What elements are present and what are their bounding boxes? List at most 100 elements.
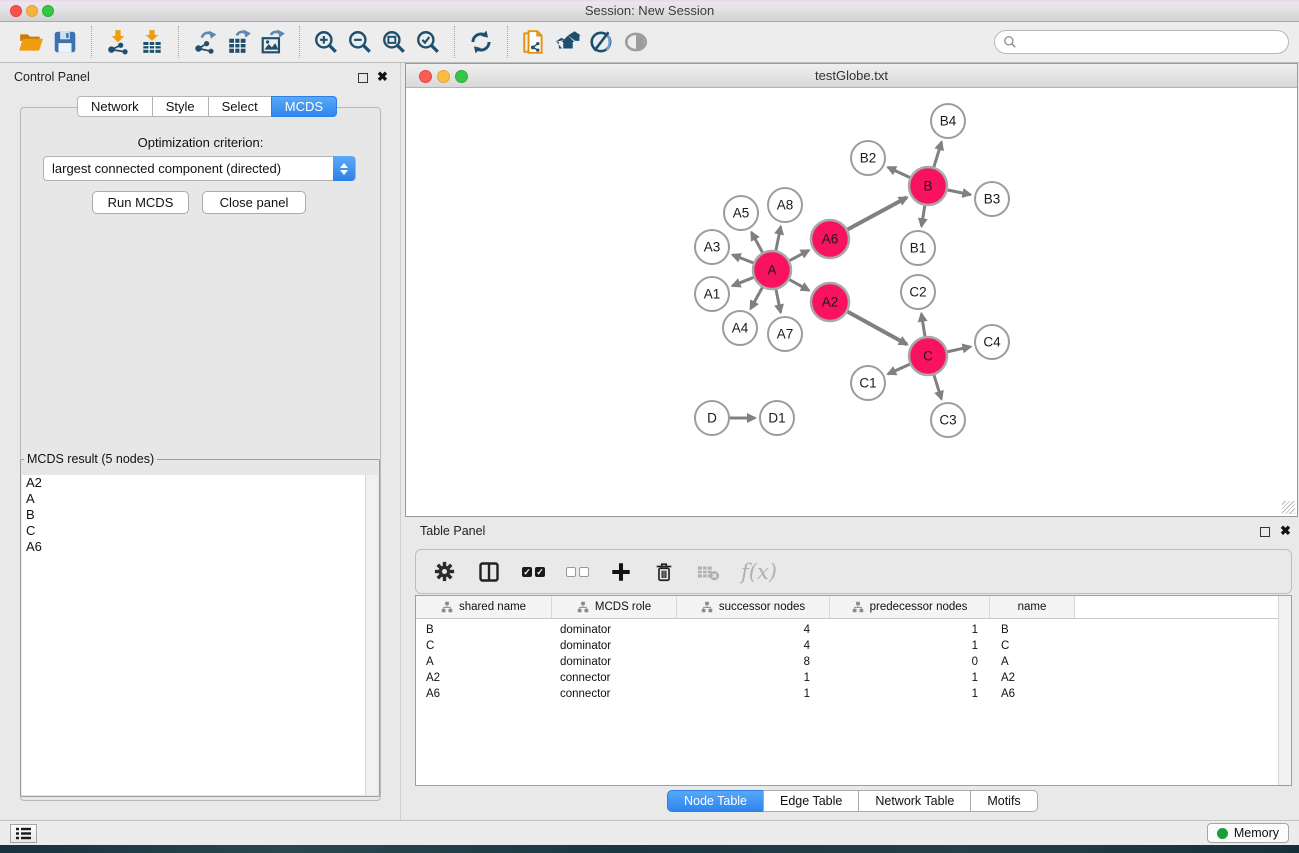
table-cell[interactable]: 1 (830, 670, 990, 686)
tab-network-table[interactable]: Network Table (858, 790, 971, 812)
show-hide-details-icon[interactable] (585, 26, 619, 58)
table-cell[interactable]: 1 (677, 686, 830, 702)
tab-style[interactable]: Style (152, 96, 209, 117)
tab-edge-table[interactable]: Edge Table (763, 790, 859, 812)
optimization-dropdown[interactable]: largest connected component (directed) (43, 156, 356, 181)
network-graph-canvas[interactable]: B4B2BB3A8A5A6A3B1AC2A1A2A4A7C4CC1DD1C3 (406, 88, 1297, 516)
result-item[interactable]: C (22, 523, 378, 539)
table-cell[interactable]: connector (552, 670, 677, 686)
table-row[interactable]: A6connector11A6 (416, 686, 1291, 702)
graph-edge-A-A4[interactable] (751, 288, 763, 309)
export-image-icon[interactable] (256, 26, 290, 58)
import-table-icon[interactable] (135, 26, 169, 58)
graph-node-A8[interactable]: A8 (768, 188, 802, 222)
memory-button[interactable]: Memory (1207, 823, 1289, 843)
table-cell[interactable]: 1 (830, 638, 990, 654)
close-table-panel-icon[interactable]: ✖ (1280, 523, 1291, 539)
graph-node-A[interactable]: A (753, 251, 791, 289)
table-cell[interactable]: A (990, 654, 1075, 670)
graph-node-C3[interactable]: C3 (931, 403, 965, 437)
tab-mcds[interactable]: MCDS (271, 96, 337, 117)
search-input[interactable] (1022, 34, 1280, 51)
column-header-name[interactable]: name (990, 596, 1075, 618)
table-cell[interactable]: A6 (990, 686, 1075, 702)
column-header-predecessor-nodes[interactable]: predecessor nodes (830, 596, 990, 618)
graph-node-B2[interactable]: B2 (851, 141, 885, 175)
graph-node-A6[interactable]: A6 (811, 220, 849, 258)
graph-edge-A-A1[interactable] (732, 277, 753, 285)
refresh-icon[interactable] (464, 26, 498, 58)
graph-node-D[interactable]: D (695, 401, 729, 435)
table-row[interactable]: A2connector11A2 (416, 670, 1291, 686)
column-header-mcds-role[interactable]: MCDS role (552, 596, 677, 618)
table-cell[interactable]: C (416, 638, 552, 654)
run-mcds-button[interactable]: Run MCDS (92, 191, 189, 214)
float-panel-icon[interactable] (358, 73, 368, 83)
zoom-out-icon[interactable] (343, 26, 377, 58)
table-scrollbar[interactable] (1278, 596, 1291, 785)
zoom-in-icon[interactable] (309, 26, 343, 58)
graph-edge-B-B3[interactable] (948, 190, 971, 195)
column-header-successor-nodes[interactable]: successor nodes (677, 596, 830, 618)
import-network-icon[interactable] (101, 26, 135, 58)
deselect-all-checkboxes-icon[interactable] (566, 558, 589, 586)
table-cell[interactable]: connector (552, 686, 677, 702)
graph-node-B4[interactable]: B4 (931, 104, 965, 138)
table-row[interactable]: Bdominator41B (416, 622, 1291, 638)
select-all-checkboxes-icon[interactable]: ✓✓ (522, 558, 545, 586)
copy-network-document-icon[interactable] (517, 26, 551, 58)
graph-edge-C-C1[interactable] (888, 364, 910, 374)
graph-node-C1[interactable]: C1 (851, 366, 885, 400)
graph-edge-C-C3[interactable] (934, 375, 941, 399)
table-cell[interactable]: A2 (416, 670, 552, 686)
graph-node-A5[interactable]: A5 (724, 196, 758, 230)
table-cell[interactable]: B (990, 622, 1075, 638)
result-item[interactable]: A (22, 491, 378, 507)
graph-edge-A-A6[interactable] (790, 250, 809, 260)
result-list-scrollbar[interactable] (365, 475, 378, 795)
graph-node-B3[interactable]: B3 (975, 182, 1009, 216)
float-table-panel-icon[interactable] (1260, 527, 1270, 537)
graph-edge-A-A7[interactable] (776, 290, 781, 313)
graph-node-B1[interactable]: B1 (901, 231, 935, 265)
result-item[interactable]: B (22, 507, 378, 523)
graph-edge-A-A2[interactable] (790, 280, 809, 291)
zoom-selected-icon[interactable] (411, 26, 445, 58)
graph-edge-A-A5[interactable] (752, 232, 763, 252)
graph-node-D1[interactable]: D1 (760, 401, 794, 435)
window-resize-grip[interactable] (1282, 501, 1295, 514)
delete-columns-icon[interactable] (653, 558, 675, 586)
table-cell[interactable]: dominator (552, 654, 677, 670)
graph-node-A3[interactable]: A3 (695, 230, 729, 264)
add-column-icon[interactable] (610, 558, 632, 586)
graph-edge-A-A8[interactable] (776, 227, 781, 251)
table-cell[interactable]: dominator (552, 638, 677, 654)
graph-edge-A-A3[interactable] (733, 255, 754, 263)
graph-node-C[interactable]: C (909, 337, 947, 375)
save-session-icon[interactable] (48, 26, 82, 58)
table-cell[interactable]: 4 (677, 622, 830, 638)
graph-edge-C-C2[interactable] (921, 314, 925, 337)
graph-node-B[interactable]: B (909, 167, 947, 205)
show-columns-icon[interactable] (477, 558, 501, 586)
table-cell[interactable]: A (416, 654, 552, 670)
export-table-icon[interactable] (222, 26, 256, 58)
column-header-shared-name[interactable]: shared name (416, 596, 552, 618)
tab-motifs[interactable]: Motifs (970, 790, 1037, 812)
table-cell[interactable]: A2 (990, 670, 1075, 686)
table-cell[interactable]: 0 (830, 654, 990, 670)
table-settings-gear-icon[interactable] (433, 558, 456, 586)
table-cell[interactable]: dominator (552, 622, 677, 638)
table-cell[interactable]: C (990, 638, 1075, 654)
tab-select[interactable]: Select (208, 96, 272, 117)
table-cell[interactable]: 4 (677, 638, 830, 654)
home-icon[interactable] (551, 26, 585, 58)
graph-node-A1[interactable]: A1 (695, 277, 729, 311)
table-cell[interactable]: 1 (677, 670, 830, 686)
graph-edge-B-B1[interactable] (922, 206, 925, 227)
result-item[interactable]: A2 (22, 475, 378, 491)
graph-node-C4[interactable]: C4 (975, 325, 1009, 359)
graph-node-A4[interactable]: A4 (723, 311, 757, 345)
zoom-fit-icon[interactable] (377, 26, 411, 58)
table-cell[interactable]: 1 (830, 622, 990, 638)
